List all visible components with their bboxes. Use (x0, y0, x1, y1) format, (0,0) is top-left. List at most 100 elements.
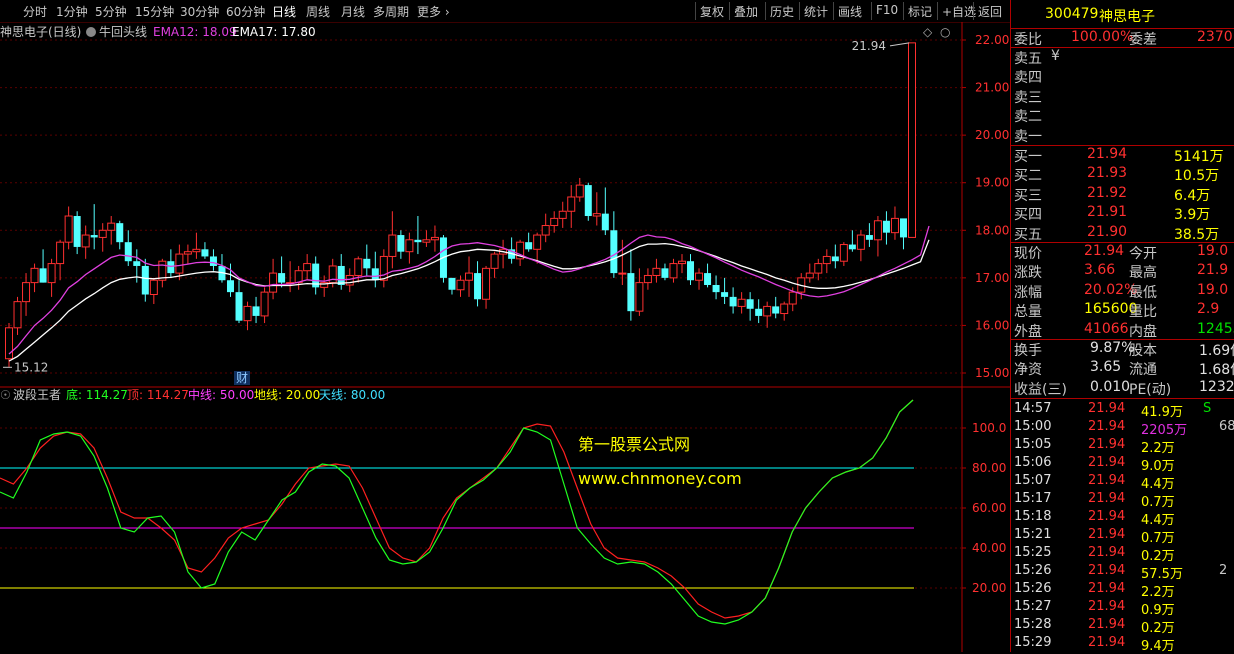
candle-body (107, 222, 116, 231)
sell-level-label: 卖五 (1014, 51, 1042, 67)
sub-indicator-name: 波段王者 (13, 387, 61, 402)
candle-body (379, 255, 388, 281)
candle-body (64, 215, 73, 243)
tick-time: 14:57 (1014, 401, 1052, 416)
tick-volume: 4.4万 (1141, 513, 1175, 528)
candle-body (39, 268, 47, 283)
toolbar-button[interactable]: 叠加 (734, 3, 758, 20)
price-tick-label: 19.00 (975, 176, 1009, 190)
stat-label: 股本 (1129, 343, 1157, 359)
period-tab[interactable]: 30分钟 (180, 3, 219, 20)
watermark-url: www.chnmoney.com (578, 469, 742, 488)
candle-body (805, 272, 814, 279)
dropdown-icon[interactable] (86, 27, 96, 37)
candle-body (643, 274, 652, 284)
candle-body (209, 256, 217, 266)
candle-body (550, 217, 559, 227)
toolbar-button[interactable]: 画线 (838, 3, 862, 20)
tick-time: 15:21 (1014, 527, 1052, 542)
toolbar-button[interactable]: 返回 (978, 3, 1002, 20)
period-tab[interactable]: 1分钟 (56, 3, 88, 20)
stat-label: 净资 (1014, 362, 1042, 379)
candle-body (303, 263, 312, 272)
sell-level-label: 卖三 (1014, 89, 1042, 106)
tick-volume: 9.0万 (1141, 459, 1175, 474)
candle-body (456, 279, 465, 291)
toolbar-separator (937, 2, 938, 20)
kline-chart[interactable]: 22.00 21.00 20.00 19.00 18.00 17.00 16.00 15.00… (0, 22, 1010, 652)
toolbar-separator (695, 2, 696, 20)
stat-label: 流通 (1129, 362, 1157, 379)
stat-label: 总量 (1014, 304, 1042, 321)
buy-level-volume: 3.9万 (1174, 207, 1211, 224)
buy-level-price: 21.93 (1087, 165, 1128, 182)
sell-level-label: 卖二 (1014, 109, 1042, 126)
period-tab[interactable]: 更多 › (417, 3, 450, 20)
tick-flag: S (1203, 401, 1212, 416)
buy-level-price: 21.91 (1087, 204, 1128, 221)
toolbar-button[interactable]: F10 (876, 3, 898, 17)
di-line-label: 地线: 20.00 (254, 388, 320, 402)
period-tab[interactable]: 15分钟 (135, 3, 174, 20)
tick-price: 21.94 (1088, 419, 1126, 434)
osc-tick-label: 100.0 (972, 421, 1006, 435)
buy-level-label: 买三 (1014, 187, 1042, 204)
candle-body (627, 273, 635, 312)
tian-label: 天线: 80.00 (319, 388, 385, 402)
tick-time: 15:05 (1014, 437, 1052, 452)
toolbar-button[interactable]: +自选 (942, 3, 976, 20)
tick-volume: 0.9万 (1141, 603, 1175, 618)
candle-body (652, 267, 661, 276)
period-tab[interactable]: 60分钟 (226, 3, 265, 20)
buy-level-volume: 5141万 (1174, 149, 1224, 165)
ema17-label: EMA17: 17.80 (232, 25, 316, 39)
low-marker-label: 15.12 (14, 360, 48, 374)
period-tab[interactable]: 5分钟 (95, 3, 127, 20)
period-tab[interactable]: 分时 (23, 3, 47, 20)
candle-body (5, 327, 13, 360)
candle-body (541, 225, 550, 236)
tick-price: 21.94 (1088, 599, 1126, 614)
tick-price: 21.94 (1088, 581, 1126, 596)
weicha-value: 2370 (1197, 29, 1233, 45)
indicator-name: 牛回头线 (99, 24, 147, 39)
tick-extra: 2 (1219, 563, 1228, 578)
stat-label: 换手 (1014, 343, 1042, 359)
candle-body (567, 196, 576, 212)
candle-body (695, 272, 704, 281)
toolbar-button[interactable]: 历史 (770, 3, 794, 20)
candle-body (814, 263, 823, 274)
period-tab[interactable]: 周线 (306, 3, 330, 20)
toolbar-button[interactable]: 标记 (908, 3, 932, 20)
period-tab[interactable]: 多周期 (373, 3, 409, 20)
candle-body (133, 261, 141, 266)
candle-body (363, 258, 371, 269)
stat-label: 量比 (1129, 304, 1157, 321)
period-tab[interactable]: 月线 (341, 3, 365, 20)
candle-body (525, 242, 533, 250)
stat-value: 1232. (1199, 378, 1234, 395)
period-tab[interactable]: 日线 (272, 3, 296, 20)
divider (1011, 47, 1234, 48)
finance-badge: 财 (236, 371, 248, 385)
price-tick-label: 15.00 (975, 366, 1009, 380)
candle-body (661, 268, 669, 278)
stat-value: 21.9 (1197, 262, 1229, 279)
quote-panel: 300479 神思电子 委比 100.00% 委差 2370 卖五 ¥ 卖四 卖三 卖二… (1010, 0, 1234, 654)
toolbar-button[interactable]: 统计 (804, 3, 828, 20)
stat-value: 19.0 (1197, 243, 1229, 259)
candle-body (669, 263, 678, 279)
tick-time: 15:26 (1014, 563, 1052, 578)
price-tick-label: 16.00 (975, 318, 1009, 332)
diamond-icon: ◇ (923, 25, 933, 39)
toolbar-button[interactable]: 复权 (700, 3, 724, 20)
tick-volume: 0.7万 (1141, 531, 1175, 546)
candle-body (788, 291, 797, 305)
candle-body (763, 305, 772, 317)
high-marker-label: 21.94 (852, 39, 886, 53)
toolbar-separator (833, 2, 834, 20)
tick-time: 15:18 (1014, 509, 1052, 524)
ema12-label: EMA12: 18.09 (153, 25, 237, 39)
candle-body (610, 230, 618, 274)
candle-body (116, 223, 124, 243)
